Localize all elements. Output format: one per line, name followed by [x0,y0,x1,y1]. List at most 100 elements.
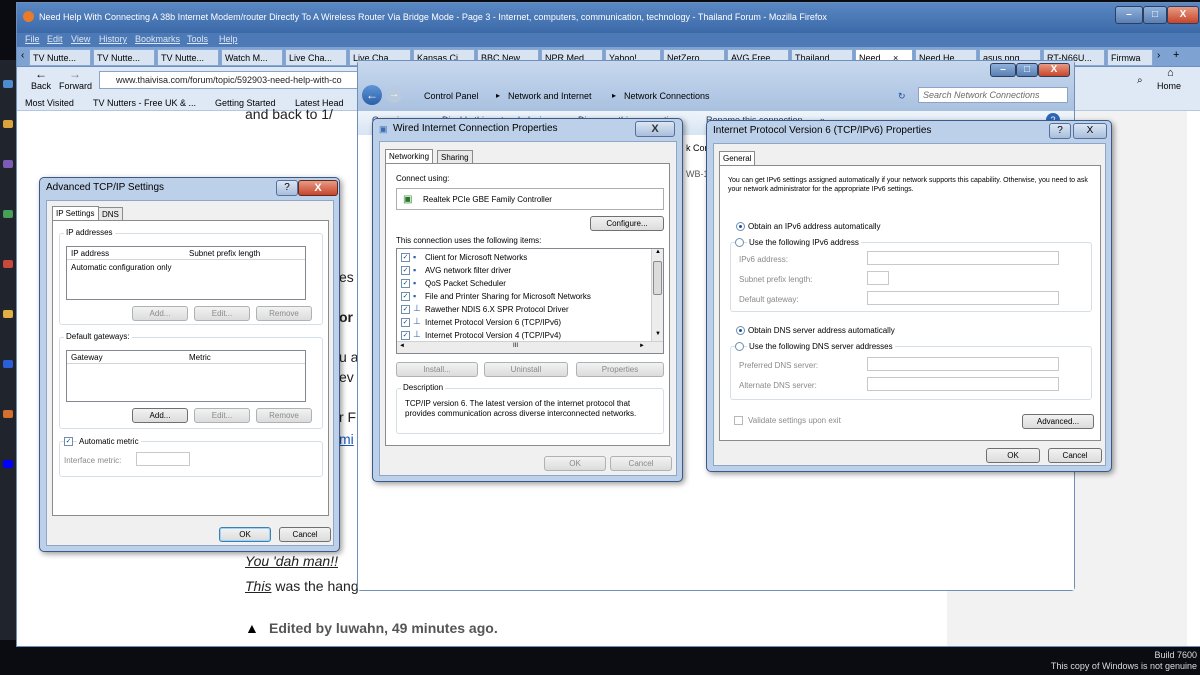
maximize-button[interactable]: □ [1143,6,1167,24]
cancel-button[interactable]: Cancel [279,527,331,542]
obtain-ipv6-auto-radio[interactable] [736,222,745,231]
bookmark-tv-nutters[interactable]: TV Nutters - Free UK & ... [93,98,196,108]
app-icon[interactable] [3,120,13,128]
home-button-label[interactable]: Home [1157,81,1181,91]
tab-sharing[interactable]: Sharing [437,150,473,164]
browser-tab[interactable]: TV Nutte... [93,49,155,66]
help-button[interactable]: ? [1049,123,1071,139]
tab-scroll-right-icon[interactable]: › [1157,50,1160,61]
list-item[interactable]: ✓ ⊥ Rawether NDIS 6.X SPR Protocol Driver [399,303,649,316]
refresh-icon[interactable]: ↻ [898,91,906,102]
back-button-label[interactable]: Back [31,81,51,91]
new-tab-icon[interactable]: + [1173,49,1179,61]
column-header[interactable]: Gateway [71,353,103,362]
tab-dns[interactable]: DNS [98,207,123,221]
page-link[interactable]: mi [339,431,354,447]
menu-view[interactable]: View [71,34,90,44]
app-icon[interactable] [3,80,13,88]
list-item[interactable]: ✓ ▪ QoS Packet Scheduler [399,277,649,290]
app-icon[interactable] [3,260,13,268]
item-checkbox[interactable]: ✓ [401,305,410,314]
use-following-dns-radio[interactable] [735,342,744,351]
obtain-dns-auto-radio[interactable] [736,326,745,335]
install-button[interactable]: Install... [396,362,478,377]
browser-tab[interactable]: Watch M... [221,49,283,66]
horizontal-scrollbar[interactable]: ◄ III ► [397,341,663,353]
cancel-button[interactable]: Cancel [610,456,672,471]
list-item[interactable]: ✓ ▪ AVG network filter driver [399,264,649,277]
list-item[interactable]: Automatic configuration only [71,263,172,272]
menu-bookmarks[interactable]: Bookmarks [135,34,180,44]
subnet-prefix-input[interactable] [867,271,889,285]
maximize-button[interactable]: □ [1016,63,1038,77]
item-checkbox[interactable]: ✓ [401,331,410,340]
close-button[interactable]: X [635,121,675,137]
ipv6-address-input[interactable] [867,251,1059,265]
back-arrow-icon[interactable]: ← [35,67,47,81]
browser-tab[interactable]: TV Nutte... [29,49,91,66]
preferred-dns-input[interactable] [867,357,1059,371]
browser-tab[interactable]: TV Nutte... [157,49,219,66]
add-ip-button[interactable]: Add... [132,306,188,321]
breadcrumb-network-connections[interactable]: Network Connections [624,91,710,101]
item-checkbox[interactable]: ✓ [401,266,410,275]
app-icon[interactable] [3,460,13,468]
vertical-scrollbar[interactable]: ▲ ▼ [651,249,663,341]
scroll-up-icon[interactable]: ▲ [655,249,661,255]
menu-tools[interactable]: Tools [187,34,208,44]
bookmark-most-visited[interactable]: Most Visited [25,98,74,108]
url-bar[interactable]: www.thaivisa.com/forum/topic/592903-need… [99,71,399,89]
menu-file[interactable]: File [25,34,40,44]
close-button[interactable]: X [1073,123,1107,139]
edit-ip-button[interactable]: Edit... [194,306,250,321]
list-item[interactable]: ✓ ▪ File and Printer Sharing for Microsoft… [399,290,649,303]
menu-edit[interactable]: Edit [47,34,63,44]
home-icon[interactable]: ⌂ [1167,67,1174,79]
edit-gateway-button[interactable]: Edit... [194,408,250,423]
use-following-ipv6-radio[interactable] [735,238,744,247]
scroll-right-icon[interactable]: ► [639,343,645,349]
default-gateway-input[interactable] [867,291,1059,305]
list-item[interactable]: ✓ ⊥ Internet Protocol Version 6 (TCP/IPv6) [399,316,649,329]
scroll-left-icon[interactable]: ◄ [399,343,405,349]
app-icon[interactable] [3,360,13,368]
uninstall-button[interactable]: Uninstall [484,362,568,377]
forward-button-label[interactable]: Forward [59,81,92,91]
properties-button[interactable]: Properties [576,362,664,377]
ok-button[interactable]: OK [986,448,1040,463]
minimize-button[interactable]: – [1115,6,1143,24]
menu-history[interactable]: History [99,34,127,44]
configure-button[interactable]: Configure... [590,216,664,231]
app-icon[interactable] [3,310,13,318]
list-item[interactable]: ✓ ▪ Client for Microsoft Networks [399,251,649,264]
column-header[interactable]: Subnet prefix length [189,249,260,258]
search-icon[interactable]: ⌕ [1137,75,1143,86]
close-button[interactable]: X [1167,6,1199,24]
close-button[interactable]: X [298,180,338,196]
add-gateway-button[interactable]: Add... [132,408,188,423]
scroll-grip[interactable]: III [513,343,518,349]
app-icon[interactable] [3,210,13,218]
back-arrow-icon[interactable]: ← [362,85,382,105]
cancel-button[interactable]: Cancel [1048,448,1102,463]
app-icon[interactable] [3,160,13,168]
item-checkbox[interactable]: ✓ [401,318,410,327]
automatic-metric-checkbox[interactable]: ✓ [64,437,73,446]
interface-metric-input[interactable] [136,452,190,466]
tab-scroll-left-icon[interactable]: ‹ [21,50,24,61]
ok-button[interactable]: OK [219,527,271,542]
forward-arrow-icon[interactable]: → [69,67,81,81]
menu-help[interactable]: Help [219,34,238,44]
tab-ip-settings[interactable]: IP Settings [52,206,99,221]
advanced-button[interactable]: Advanced... [1022,414,1094,429]
forward-arrow-icon[interactable]: → [386,87,402,103]
item-checkbox[interactable]: ✓ [401,292,410,301]
gateway-list[interactable]: Gateway Metric [66,350,306,402]
browser-tab[interactable]: Live Cha... [285,49,347,66]
ok-button[interactable]: OK [544,456,606,471]
tab-general[interactable]: General [719,151,756,166]
minimize-button[interactable]: – [990,63,1016,77]
items-list[interactable]: ✓ ▪ Client for Microsoft Networks ✓ ▪ AVG ne… [396,248,664,354]
scroll-thumb[interactable] [653,261,662,295]
breadcrumb-control-panel[interactable]: Control Panel [424,91,479,101]
